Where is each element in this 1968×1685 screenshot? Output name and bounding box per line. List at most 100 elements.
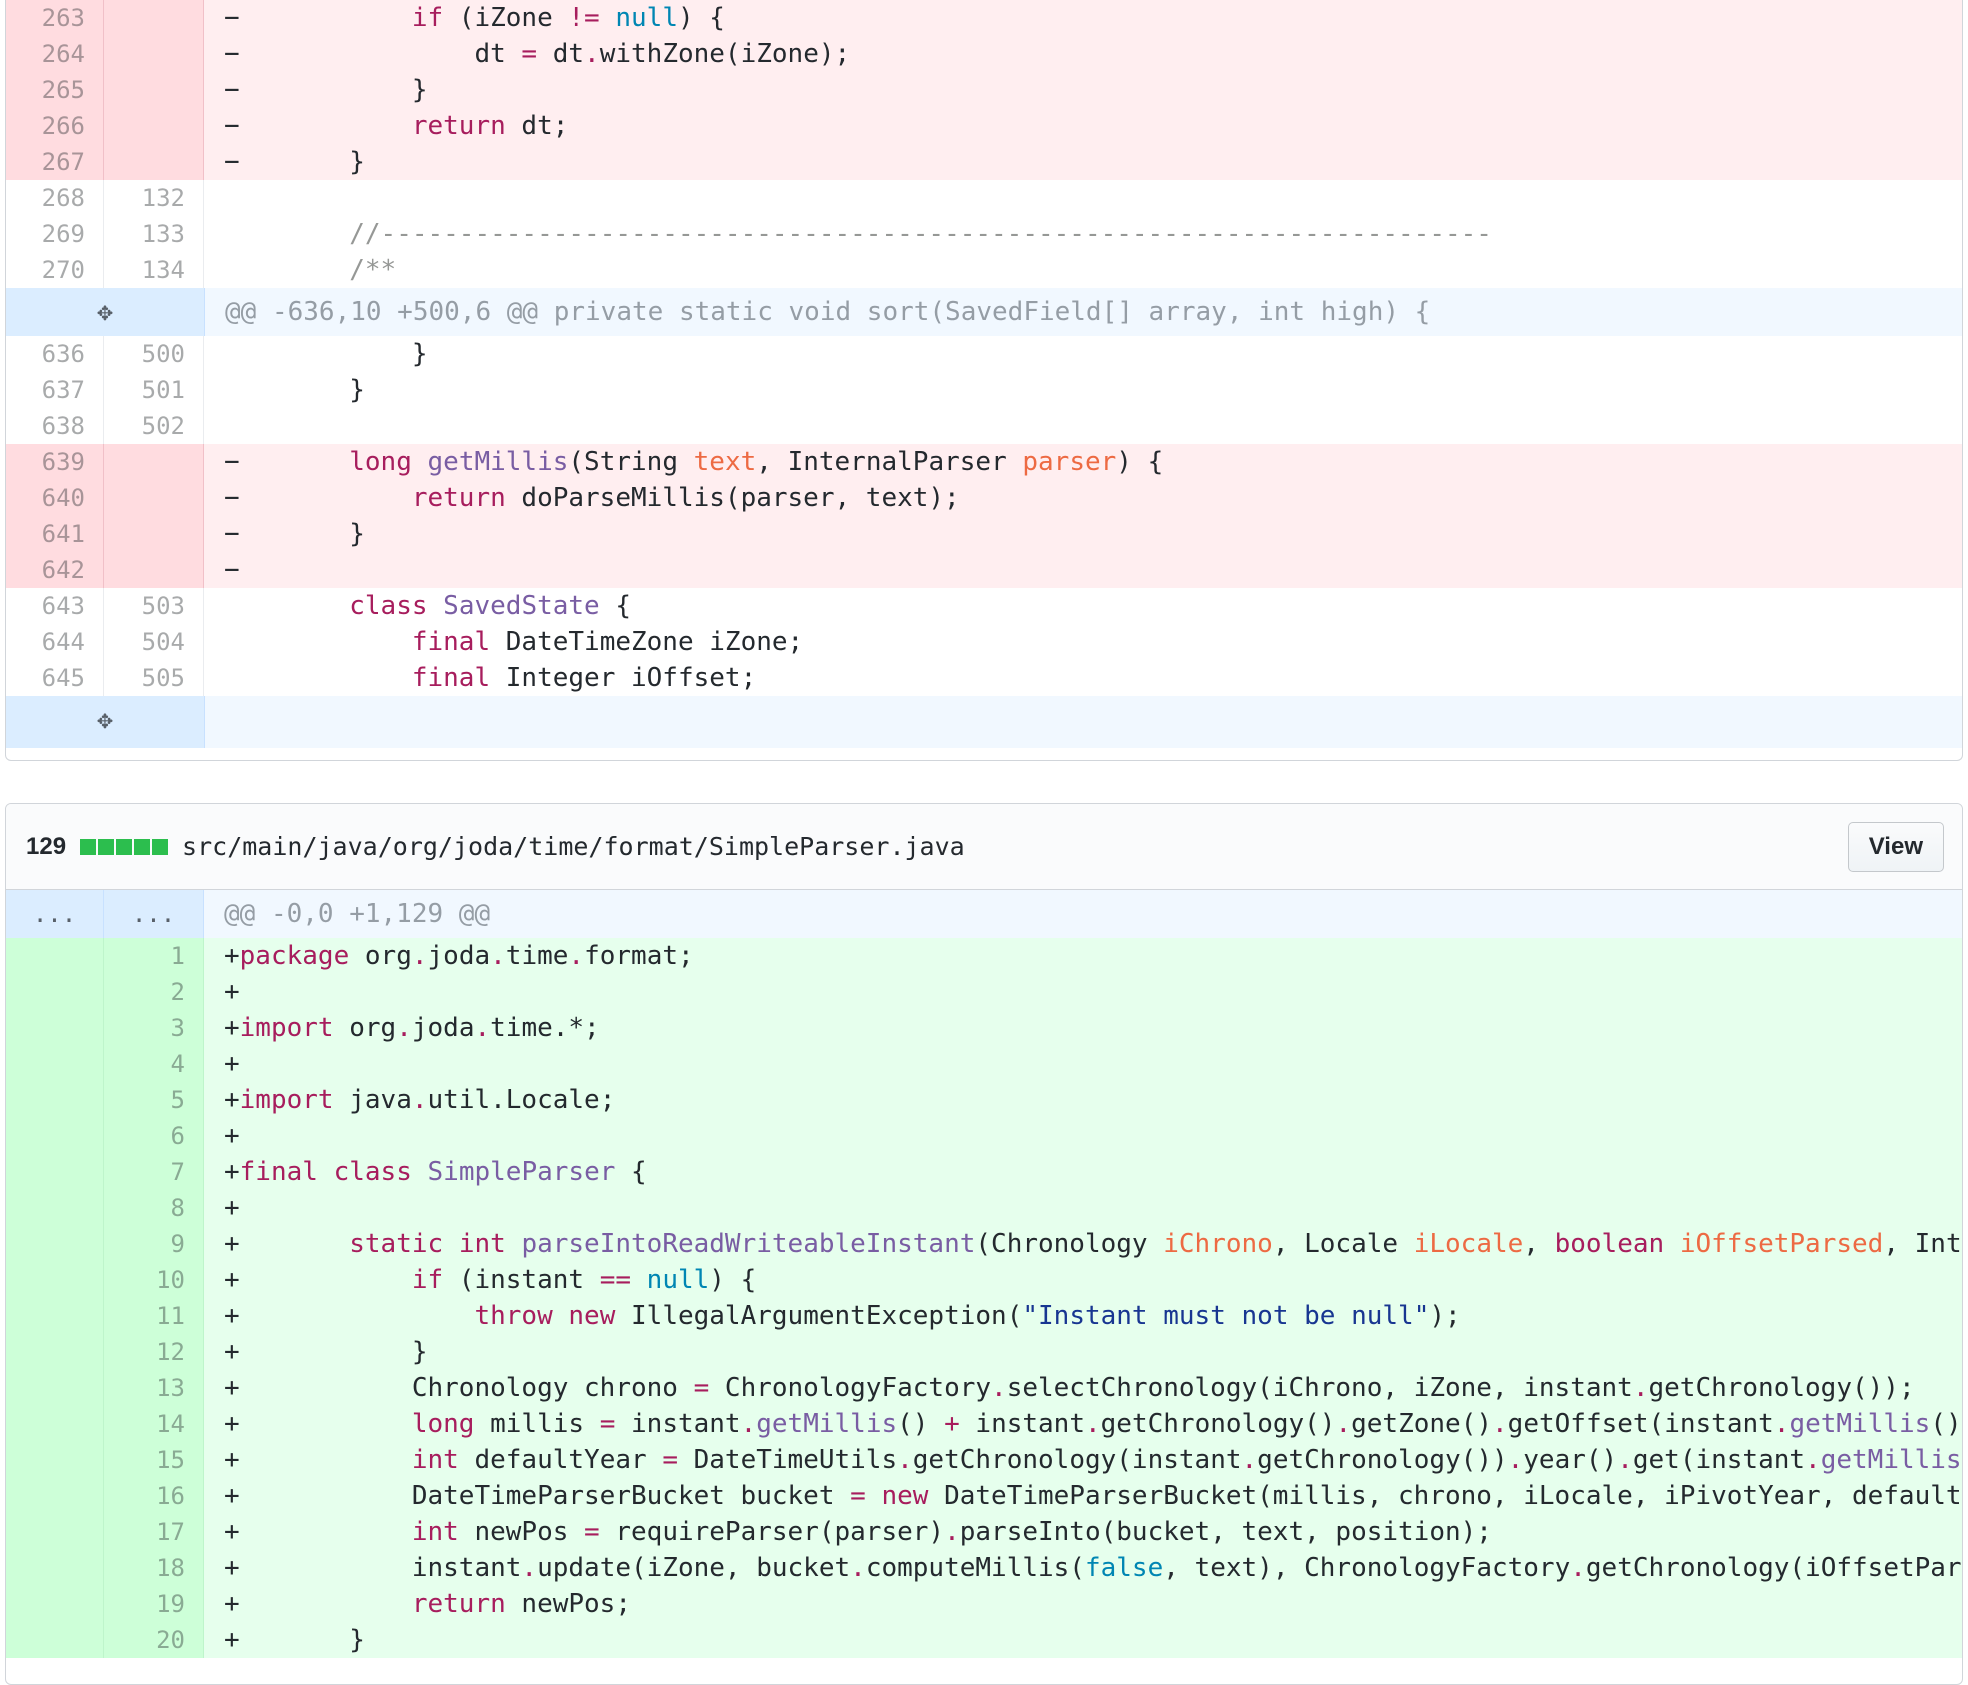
old-line-number[interactable] bbox=[6, 1514, 104, 1550]
ellipsis-old[interactable]: ... bbox=[6, 890, 104, 938]
new-line-number[interactable]: 5 bbox=[104, 1082, 204, 1118]
new-line-number[interactable]: 16 bbox=[104, 1478, 204, 1514]
new-line-number[interactable] bbox=[104, 552, 204, 588]
old-line-number[interactable]: 266 bbox=[6, 108, 104, 144]
new-line-number[interactable] bbox=[104, 480, 204, 516]
old-line-number[interactable]: 269 bbox=[6, 216, 104, 252]
deleted-line: 639 − long getMillis(String text, Interna… bbox=[6, 444, 1962, 480]
new-line-number[interactable]: 17 bbox=[104, 1514, 204, 1550]
old-line-number[interactable] bbox=[6, 1550, 104, 1586]
new-line-number[interactable] bbox=[104, 144, 204, 180]
old-line-number[interactable] bbox=[6, 1622, 104, 1658]
old-line-number[interactable]: 265 bbox=[6, 72, 104, 108]
old-line-number[interactable]: 645 bbox=[6, 660, 104, 696]
code-line: + } bbox=[204, 1334, 1962, 1370]
new-line-number[interactable]: 500 bbox=[104, 336, 204, 372]
old-line-number[interactable] bbox=[6, 1370, 104, 1406]
hunk-expander-bottom[interactable]: ✥ bbox=[6, 696, 1962, 748]
added-line: 12 + } bbox=[6, 1334, 1962, 1370]
old-line-number[interactable]: 267 bbox=[6, 144, 104, 180]
old-line-number[interactable]: 637 bbox=[6, 372, 104, 408]
old-line-number[interactable] bbox=[6, 1442, 104, 1478]
old-line-number[interactable] bbox=[6, 974, 104, 1010]
deleted-line: 640 − return doParseMillis(parser, text); bbox=[6, 480, 1962, 516]
added-line: 3 +import org.joda.time.*; bbox=[6, 1010, 1962, 1046]
added-line: 6 + bbox=[6, 1118, 1962, 1154]
new-line-number[interactable]: 3 bbox=[104, 1010, 204, 1046]
new-line-number[interactable]: 7 bbox=[104, 1154, 204, 1190]
unfold-icon[interactable]: ✥ bbox=[6, 696, 205, 748]
added-line: 20 + } bbox=[6, 1622, 1962, 1658]
old-line-number[interactable]: 263 bbox=[6, 0, 104, 36]
old-line-number[interactable] bbox=[6, 1406, 104, 1442]
old-line-number[interactable]: 640 bbox=[6, 480, 104, 516]
added-line: 14 + long millis = instant.getMillis() + … bbox=[6, 1406, 1962, 1442]
added-line: 9 + static int parseIntoReadWriteableInst… bbox=[6, 1226, 1962, 1262]
new-line-number[interactable]: 2 bbox=[104, 974, 204, 1010]
new-line-number[interactable]: 505 bbox=[104, 660, 204, 696]
new-line-number[interactable]: 132 bbox=[104, 180, 204, 216]
new-line-number[interactable]: 10 bbox=[104, 1262, 204, 1298]
old-line-number[interactable] bbox=[6, 1118, 104, 1154]
added-line: 11 + throw new IllegalArgumentException("… bbox=[6, 1298, 1962, 1334]
old-line-number[interactable]: 643 bbox=[6, 588, 104, 624]
code-line bbox=[204, 408, 1962, 444]
new-line-number[interactable]: 20 bbox=[104, 1622, 204, 1658]
old-line-number[interactable]: 639 bbox=[6, 444, 104, 480]
old-line-number[interactable] bbox=[6, 1334, 104, 1370]
new-line-number[interactable]: 501 bbox=[104, 372, 204, 408]
new-line-number[interactable]: 9 bbox=[104, 1226, 204, 1262]
new-line-number[interactable]: 504 bbox=[104, 624, 204, 660]
new-line-number[interactable]: 12 bbox=[104, 1334, 204, 1370]
code-line: } bbox=[204, 336, 1962, 372]
old-line-number[interactable] bbox=[6, 1190, 104, 1226]
context-line: 638 502 bbox=[6, 408, 1962, 444]
new-line-number[interactable]: 1 bbox=[104, 938, 204, 974]
new-line-number[interactable]: 6 bbox=[104, 1118, 204, 1154]
old-line-number[interactable] bbox=[6, 938, 104, 974]
new-line-number[interactable]: 502 bbox=[104, 408, 204, 444]
old-line-number[interactable] bbox=[6, 1298, 104, 1334]
old-line-number[interactable] bbox=[6, 1262, 104, 1298]
old-line-number[interactable]: 638 bbox=[6, 408, 104, 444]
new-line-number[interactable]: 11 bbox=[104, 1298, 204, 1334]
file-path[interactable]: src/main/java/org/joda/time/format/Simpl… bbox=[182, 832, 1848, 861]
new-line-number[interactable]: 19 bbox=[104, 1586, 204, 1622]
new-line-number[interactable] bbox=[104, 444, 204, 480]
old-line-number[interactable]: 264 bbox=[6, 36, 104, 72]
old-line-number[interactable] bbox=[6, 1226, 104, 1262]
old-line-number[interactable]: 642 bbox=[6, 552, 104, 588]
old-line-number[interactable]: 644 bbox=[6, 624, 104, 660]
new-line-number[interactable]: 503 bbox=[104, 588, 204, 624]
new-line-number[interactable]: 13 bbox=[104, 1370, 204, 1406]
context-line: 268 132 bbox=[6, 180, 1962, 216]
old-line-number[interactable]: 641 bbox=[6, 516, 104, 552]
old-line-number[interactable]: 270 bbox=[6, 252, 104, 288]
new-line-number[interactable] bbox=[104, 72, 204, 108]
old-line-number[interactable] bbox=[6, 1082, 104, 1118]
old-line-number[interactable] bbox=[6, 1046, 104, 1082]
new-line-number[interactable] bbox=[104, 0, 204, 36]
old-line-number[interactable] bbox=[6, 1010, 104, 1046]
new-line-number[interactable]: 8 bbox=[104, 1190, 204, 1226]
old-line-number[interactable] bbox=[6, 1586, 104, 1622]
old-line-number[interactable] bbox=[6, 1154, 104, 1190]
new-line-number[interactable] bbox=[104, 36, 204, 72]
unfold-icon[interactable]: ✥ bbox=[6, 288, 205, 336]
code-line: + bbox=[204, 974, 1962, 1010]
new-line-number[interactable]: 133 bbox=[104, 216, 204, 252]
new-line-number[interactable] bbox=[104, 108, 204, 144]
new-line-number[interactable] bbox=[104, 516, 204, 552]
view-file-button[interactable]: View bbox=[1847, 821, 1944, 872]
old-line-number[interactable] bbox=[6, 1478, 104, 1514]
old-line-number[interactable]: 268 bbox=[6, 180, 104, 216]
code-line: //--------------------------------------… bbox=[204, 216, 1962, 252]
new-line-number[interactable]: 15 bbox=[104, 1442, 204, 1478]
added-line: 17 + int newPos = requireParser(parser).p… bbox=[6, 1514, 1962, 1550]
old-line-number[interactable]: 636 bbox=[6, 336, 104, 372]
new-line-number[interactable]: 18 bbox=[104, 1550, 204, 1586]
ellipsis-new[interactable]: ... bbox=[104, 890, 204, 938]
new-line-number[interactable]: 134 bbox=[104, 252, 204, 288]
new-line-number[interactable]: 4 bbox=[104, 1046, 204, 1082]
new-line-number[interactable]: 14 bbox=[104, 1406, 204, 1442]
